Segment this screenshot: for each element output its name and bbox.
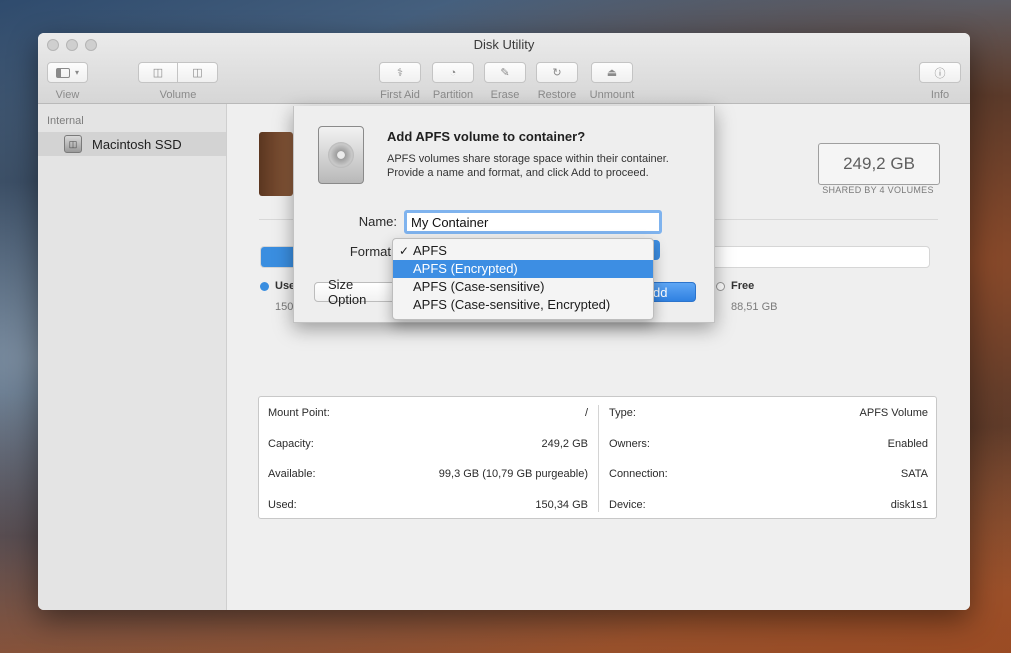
dialog-description: APFS volumes share storage space within … bbox=[387, 153, 669, 179]
info-value: disk1s1 bbox=[890, 499, 928, 511]
add-volume-button[interactable]: ◫ bbox=[138, 62, 178, 83]
format-label: Format bbox=[349, 244, 391, 259]
info-key: Type: bbox=[609, 407, 636, 419]
legend-free-dot bbox=[716, 282, 725, 291]
title-bar: Disk Utility ▾ View ◫ ◫ Volume ⚕ First A… bbox=[38, 33, 970, 104]
legend-free-label: Free bbox=[731, 280, 755, 292]
info-value: Enabled bbox=[887, 438, 928, 450]
partition-button[interactable]: ◔ bbox=[432, 62, 474, 83]
platter-icon bbox=[328, 142, 354, 168]
sidebar-item-label: Macintosh SSD bbox=[92, 136, 182, 152]
size-options-button[interactable]: Size Option bbox=[314, 277, 396, 307]
legend-free-value: 88,51 GB bbox=[731, 301, 778, 313]
partition-label: Partition bbox=[432, 89, 474, 101]
info-key: Device: bbox=[609, 499, 646, 511]
format-option-apfs[interactable]: ✓ APFS bbox=[393, 242, 653, 260]
capacity-display: 249,2 GB bbox=[818, 143, 940, 185]
chevron-down-icon: ▾ bbox=[74, 68, 79, 77]
first-aid-button[interactable]: ⚕ bbox=[379, 62, 421, 83]
eject-icon: ⏏ bbox=[606, 67, 618, 79]
add-button[interactable]: dd bbox=[649, 282, 696, 302]
info-value: APFS Volume bbox=[859, 407, 928, 419]
stethoscope-icon: ⚕ bbox=[397, 67, 403, 79]
info-value: 249,2 GB bbox=[541, 438, 588, 450]
view-button[interactable]: ▾ bbox=[47, 62, 88, 83]
pie-chart-icon: ◔ bbox=[449, 66, 457, 79]
hard-drive-icon: ◫ bbox=[64, 135, 82, 153]
hard-drive-icon bbox=[259, 132, 293, 196]
format-option-label: APFS bbox=[413, 243, 447, 258]
erase-icon: ✎ bbox=[500, 67, 510, 79]
window-title: Disk Utility bbox=[473, 37, 535, 52]
sidebar-item-macintosh-ssd[interactable]: ◫ Macintosh SSD bbox=[38, 132, 226, 156]
volume-label: Volume bbox=[159, 89, 197, 101]
erase-label: Erase bbox=[490, 89, 520, 101]
format-option-apfs-encrypted[interactable]: APFS (Encrypted) bbox=[393, 260, 653, 278]
info-value: 99,3 GB (10,79 GB purgeable) bbox=[438, 468, 588, 480]
sidebar-icon bbox=[55, 67, 70, 78]
format-option-label: APFS (Case-sensitive) bbox=[413, 279, 545, 294]
remove-volume-icon: ◫ bbox=[192, 67, 203, 79]
info-key: Capacity: bbox=[268, 438, 314, 450]
restore-label: Restore bbox=[537, 89, 577, 101]
format-option-apfs-case-sensitive[interactable]: APFS (Case-sensitive) bbox=[393, 278, 653, 296]
sidebar: Internal ◫ Macintosh SSD bbox=[38, 104, 227, 610]
format-dropdown-menu: ✓ APFS APFS (Encrypted) APFS (Case-sensi… bbox=[392, 238, 654, 320]
first-aid-label: First Aid bbox=[380, 89, 420, 101]
info-label: Info bbox=[930, 89, 950, 101]
format-option-apfs-case-sensitive-encrypted[interactable]: APFS (Case-sensitive, Encrypted) bbox=[393, 296, 653, 314]
restore-icon: ↻ bbox=[552, 67, 562, 79]
checkmark-icon: ✓ bbox=[399, 244, 410, 258]
add-volume-icon: ◫ bbox=[152, 67, 164, 79]
dialog-title: Add APFS volume to container? bbox=[387, 129, 586, 144]
sidebar-section-internal: Internal bbox=[47, 115, 84, 127]
info-key: Available: bbox=[268, 468, 316, 480]
name-label: Name: bbox=[358, 214, 397, 229]
info-table-separator bbox=[598, 405, 599, 512]
legend-used-value: 150 bbox=[275, 301, 294, 313]
remove-volume-button[interactable]: ◫ bbox=[177, 62, 218, 83]
unmount-button[interactable]: ⏏ bbox=[591, 62, 633, 83]
unmount-label: Unmount bbox=[589, 89, 635, 101]
format-option-label: APFS (Case-sensitive, Encrypted) bbox=[413, 297, 611, 312]
info-key: Used: bbox=[268, 499, 297, 511]
view-label: View bbox=[55, 89, 80, 101]
info-value: SATA bbox=[900, 468, 928, 480]
info-value: / bbox=[584, 407, 588, 419]
shared-volumes-label: SHARED BY 4 VOLUMES bbox=[822, 185, 934, 195]
info-value: 150,34 GB bbox=[535, 499, 588, 511]
name-field[interactable] bbox=[404, 210, 662, 234]
legend-used-dot bbox=[260, 282, 269, 291]
info-icon: ⓘ bbox=[934, 67, 946, 80]
hard-drive-icon bbox=[318, 126, 364, 184]
info-table: Mount Point: / Capacity: 249,2 GB Availa… bbox=[258, 396, 937, 519]
info-button[interactable]: ⓘ bbox=[919, 62, 961, 83]
format-option-label: APFS (Encrypted) bbox=[413, 261, 518, 276]
erase-button[interactable]: ✎ bbox=[484, 62, 526, 83]
restore-button[interactable]: ↻ bbox=[536, 62, 578, 83]
info-key: Connection: bbox=[609, 468, 668, 480]
info-key: Owners: bbox=[609, 438, 650, 450]
info-key: Mount Point: bbox=[268, 407, 330, 419]
